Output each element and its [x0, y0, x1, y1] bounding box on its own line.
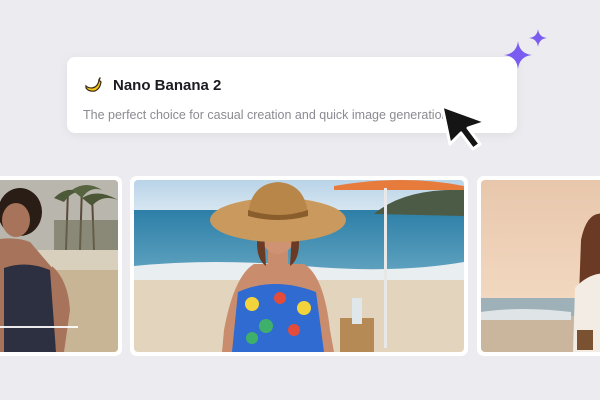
- sparkle-large-icon: [504, 41, 532, 69]
- showcase-stage: Nano Banana 2 The perfect choice for cas…: [0, 0, 600, 400]
- banana-icon: [83, 75, 103, 95]
- photo-card-left[interactable]: [0, 176, 122, 356]
- arrow-cursor-icon: [440, 104, 488, 151]
- photo-card-center[interactable]: [130, 176, 468, 356]
- photo-card-right[interactable]: [477, 176, 600, 356]
- model-card-header: Nano Banana 2: [83, 74, 501, 96]
- beach-photo-center: [134, 180, 464, 352]
- carousel-progress-bar: [0, 326, 78, 328]
- beach-photo-left: [0, 180, 118, 352]
- model-title: Nano Banana 2: [113, 76, 222, 94]
- beach-photo-right: [481, 180, 600, 352]
